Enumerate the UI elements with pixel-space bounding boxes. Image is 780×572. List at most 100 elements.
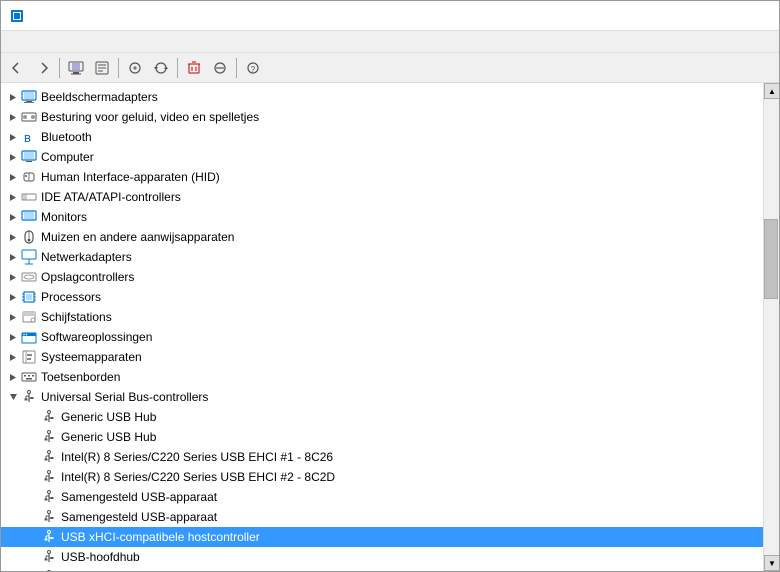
tree-item-usb-hub2[interactable]: Generic USB Hub bbox=[1, 427, 763, 447]
scrollbar[interactable]: ▲ ▼ bbox=[763, 83, 779, 571]
main-window: ? Beeldschermadapters Besturing voor gelu… bbox=[0, 0, 780, 572]
help-button[interactable]: ? bbox=[241, 56, 265, 80]
tree-item-software[interactable]: Softwareoplossingen bbox=[1, 327, 763, 347]
expand-icon-usb-samen2[interactable] bbox=[25, 509, 41, 525]
expand-icon-besturing[interactable] bbox=[5, 109, 21, 125]
menu-beeld[interactable] bbox=[37, 40, 53, 44]
properties-button[interactable] bbox=[90, 56, 114, 80]
disable-button[interactable] bbox=[208, 56, 232, 80]
scroll-up-button[interactable]: ▲ bbox=[764, 83, 779, 99]
item-icon-usb-hub2 bbox=[41, 429, 57, 445]
expand-icon-computer[interactable] bbox=[5, 149, 21, 165]
item-label-usb-intel1: Intel(R) 8 Series/C220 Series USB EHCI #… bbox=[61, 450, 333, 464]
tree-item-toetsenborden[interactable]: Toetsenborden bbox=[1, 367, 763, 387]
item-label-usb-hub1: Generic USB Hub bbox=[61, 410, 156, 424]
back-button[interactable] bbox=[5, 56, 29, 80]
tree-item-usb-hub1[interactable]: Generic USB Hub bbox=[1, 407, 763, 427]
tree-item-usb-hoofd2[interactable]: USB-hoofdhub bbox=[1, 567, 763, 571]
tree-item-netwerk[interactable]: Netwerkadapters bbox=[1, 247, 763, 267]
tree-item-computer[interactable]: Computer bbox=[1, 147, 763, 167]
tree-item-usb-samen2[interactable]: Samengesteld USB-apparaat bbox=[1, 507, 763, 527]
expand-icon-opslag[interactable] bbox=[5, 269, 21, 285]
item-label-usb-xhci: USB xHCI-compatibele hostcontroller bbox=[61, 530, 260, 544]
tree-item-usb-xhci[interactable]: USB xHCI-compatibele hostcontroller bbox=[1, 527, 763, 547]
item-label-beeldscherm: Beeldschermadapters bbox=[41, 90, 158, 104]
menu-bestand[interactable] bbox=[5, 40, 21, 44]
tree-item-usb-hoofd1[interactable]: USB-hoofdhub bbox=[1, 547, 763, 567]
expand-icon-schijf[interactable] bbox=[5, 309, 21, 325]
computer-icon-btn[interactable] bbox=[64, 56, 88, 80]
scroll-down-button[interactable]: ▼ bbox=[764, 555, 779, 571]
tree-item-besturing[interactable]: Besturing voor geluid, video en spelletj… bbox=[1, 107, 763, 127]
item-icon-usb-hoofd2 bbox=[41, 569, 57, 571]
expand-icon-monitors[interactable] bbox=[5, 209, 21, 225]
tree-item-usb-intel2[interactable]: Intel(R) 8 Series/C220 Series USB EHCI #… bbox=[1, 467, 763, 487]
expand-icon-toetsenborden[interactable] bbox=[5, 369, 21, 385]
uninstall-button[interactable] bbox=[182, 56, 206, 80]
svg-text:ʙ: ʙ bbox=[24, 130, 31, 145]
expand-icon-systeem[interactable] bbox=[5, 349, 21, 365]
expand-icon-usb-hoofd1[interactable] bbox=[25, 549, 41, 565]
item-label-software: Softwareoplossingen bbox=[41, 330, 152, 344]
item-icon-usb-intel1 bbox=[41, 449, 57, 465]
tree-item-beeldscherm[interactable]: Beeldschermadapters bbox=[1, 87, 763, 107]
expand-icon-usb[interactable] bbox=[5, 389, 21, 405]
toolbar-sep-2 bbox=[118, 58, 119, 78]
item-icon-computer bbox=[21, 149, 37, 165]
item-icon-hid bbox=[21, 169, 37, 185]
scroll-thumb[interactable] bbox=[764, 219, 778, 299]
expand-icon-usb-hoofd2[interactable] bbox=[25, 569, 41, 571]
tree-item-ide[interactable]: IDE ATA/ATAPI-controllers bbox=[1, 187, 763, 207]
tree-item-usb[interactable]: Universal Serial Bus-controllers bbox=[1, 387, 763, 407]
close-button[interactable] bbox=[725, 1, 771, 31]
expand-icon-muizen[interactable] bbox=[5, 229, 21, 245]
scan-button[interactable] bbox=[123, 56, 147, 80]
tree-item-usb-intel1[interactable]: Intel(R) 8 Series/C220 Series USB EHCI #… bbox=[1, 447, 763, 467]
item-label-systeem: Systeemapparaten bbox=[41, 350, 142, 364]
expand-icon-beeldscherm[interactable] bbox=[5, 89, 21, 105]
expand-icon-bluetooth[interactable] bbox=[5, 129, 21, 145]
expand-icon-netwerk[interactable] bbox=[5, 249, 21, 265]
item-icon-beeldscherm bbox=[21, 89, 37, 105]
tree-item-processors[interactable]: Processors bbox=[1, 287, 763, 307]
item-label-opslag: Opslagcontrollers bbox=[41, 270, 134, 284]
tree-item-schijf[interactable]: Schijfstations bbox=[1, 307, 763, 327]
menu-actie[interactable] bbox=[21, 40, 37, 44]
expand-icon-usb-samen1[interactable] bbox=[25, 489, 41, 505]
window-controls bbox=[633, 1, 771, 31]
item-icon-monitors bbox=[21, 209, 37, 225]
tree-item-systeem[interactable]: Systeemapparaten bbox=[1, 347, 763, 367]
item-icon-usb-samen2 bbox=[41, 509, 57, 525]
expand-icon-processors[interactable] bbox=[5, 289, 21, 305]
expand-icon-usb-hub1[interactable] bbox=[25, 409, 41, 425]
expand-icon-hid[interactable] bbox=[5, 169, 21, 185]
item-label-bluetooth: Bluetooth bbox=[41, 130, 92, 144]
tree-item-bluetooth[interactable]: ʙ Bluetooth bbox=[1, 127, 763, 147]
toolbar-sep-3 bbox=[177, 58, 178, 78]
item-icon-usb-hub1 bbox=[41, 409, 57, 425]
update-button[interactable] bbox=[149, 56, 173, 80]
menu-help[interactable] bbox=[53, 40, 69, 44]
device-tree[interactable]: Beeldschermadapters Besturing voor geluid… bbox=[1, 83, 763, 571]
item-icon-muizen bbox=[21, 229, 37, 245]
toolbar: ? bbox=[1, 53, 779, 83]
tree-item-usb-samen1[interactable]: Samengesteld USB-apparaat bbox=[1, 487, 763, 507]
tree-item-monitors[interactable]: Monitors bbox=[1, 207, 763, 227]
tree-item-hid[interactable]: Human Interface-apparaten (HID) bbox=[1, 167, 763, 187]
item-label-usb-hub2: Generic USB Hub bbox=[61, 430, 156, 444]
item-label-muizen: Muizen en andere aanwijsapparaten bbox=[41, 230, 234, 244]
maximize-button[interactable] bbox=[679, 1, 725, 31]
expand-icon-usb-intel1[interactable] bbox=[25, 449, 41, 465]
expand-icon-usb-xhci[interactable] bbox=[25, 529, 41, 545]
tree-item-opslag[interactable]: Opslagcontrollers bbox=[1, 267, 763, 287]
item-label-usb: Universal Serial Bus-controllers bbox=[41, 390, 208, 404]
minimize-button[interactable] bbox=[633, 1, 679, 31]
expand-icon-usb-intel2[interactable] bbox=[25, 469, 41, 485]
tree-item-muizen[interactable]: Muizen en andere aanwijsapparaten bbox=[1, 227, 763, 247]
forward-button[interactable] bbox=[31, 56, 55, 80]
expand-icon-usb-hub2[interactable] bbox=[25, 429, 41, 445]
item-icon-software bbox=[21, 329, 37, 345]
expand-icon-software[interactable] bbox=[5, 329, 21, 345]
expand-icon-ide[interactable] bbox=[5, 189, 21, 205]
item-icon-opslag bbox=[21, 269, 37, 285]
